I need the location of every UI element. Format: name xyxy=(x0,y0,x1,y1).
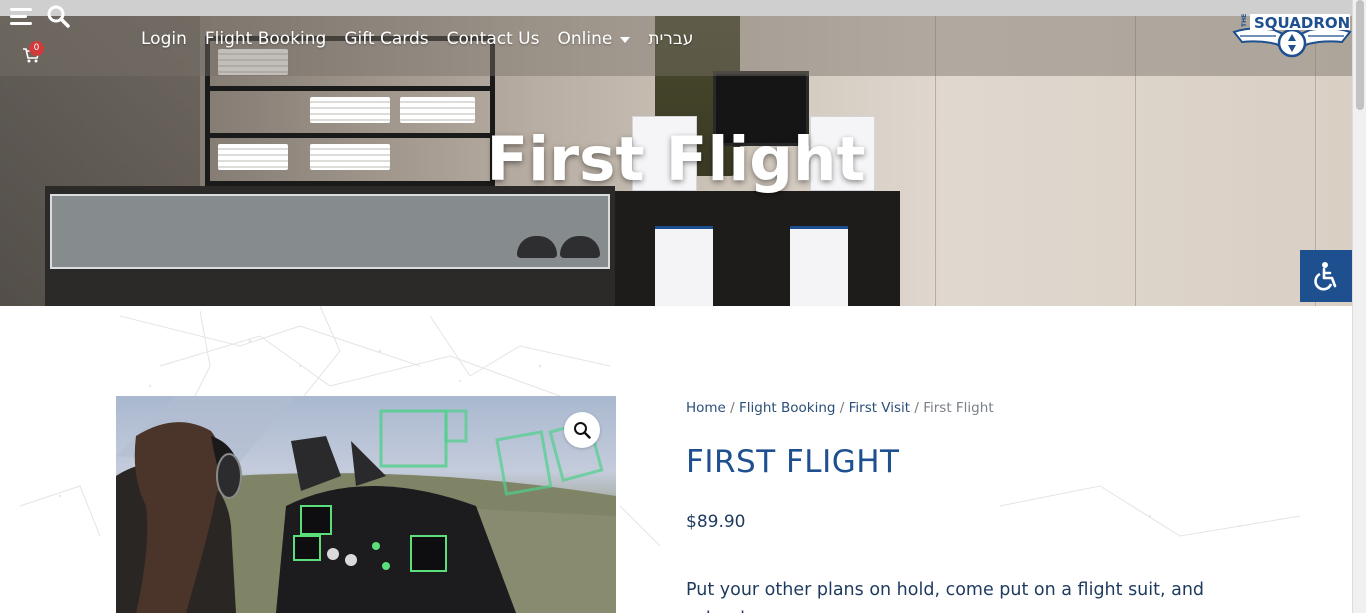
hero-bg-bag xyxy=(790,226,848,306)
product-description: Put your other plans on hold, come put o… xyxy=(686,580,1205,613)
accessibility-button[interactable] xyxy=(1300,250,1352,302)
breadcrumb-separator: / xyxy=(910,400,924,416)
hero-bg-bag xyxy=(655,226,713,306)
nav-link-gift-cards[interactable]: Gift Cards xyxy=(344,29,428,49)
logo-prefix-text: THE xyxy=(1241,14,1248,27)
product-price: $89.90 xyxy=(686,512,746,532)
nav-link-label: Login xyxy=(141,29,187,49)
nav-link-flight-booking[interactable]: Flight Booking xyxy=(205,29,326,49)
nav-link-hebrew[interactable]: עברית xyxy=(648,29,693,49)
search-icon[interactable] xyxy=(46,4,70,28)
nav-link-label: עברית xyxy=(648,29,694,49)
page-scrollbar[interactable] xyxy=(1352,0,1366,613)
nav-link-label: Flight Booking xyxy=(204,29,327,49)
logo-text: SQUADRON xyxy=(1254,14,1350,32)
breadcrumb-separator: / xyxy=(725,400,740,416)
product-image[interactable] xyxy=(116,396,616,613)
nav-link-online[interactable]: Online xyxy=(557,29,631,49)
chevron-down-icon xyxy=(620,37,631,43)
breadcrumb: Home / Flight Booking / First Visit / Fi… xyxy=(686,400,994,416)
nav-link-contact-us[interactable]: Contact Us xyxy=(447,29,540,49)
wheelchair-accessibility-icon xyxy=(1314,262,1337,291)
breadcrumb-separator: / xyxy=(835,400,849,416)
main-nav: Login Flight Booking Gift Cards Contact … xyxy=(141,27,711,51)
product-title: FIRST FLIGHT xyxy=(686,444,900,480)
breadcrumb-flight-booking[interactable]: Flight Booking xyxy=(739,400,835,416)
hero-title: First Flight xyxy=(486,124,866,195)
breadcrumb-current: First Flight xyxy=(923,400,994,416)
hamburger-menu-icon[interactable] xyxy=(10,7,32,25)
breadcrumb-first-visit[interactable]: First Visit xyxy=(849,400,910,416)
scrollbar-thumb[interactable] xyxy=(1356,0,1364,110)
nav-link-login[interactable]: Login xyxy=(141,29,187,49)
nav-link-label: Contact Us xyxy=(446,29,540,49)
product-section: Home / Flight Booking / First Visit / Fi… xyxy=(0,306,1352,613)
magnifier-zoom-icon[interactable] xyxy=(564,412,600,448)
nav-link-label: Online xyxy=(557,29,613,49)
breadcrumb-home[interactable]: Home xyxy=(686,400,726,416)
squadron-logo[interactable]: THE SQUADRON xyxy=(1232,12,1352,60)
cart-count-badge: 0 xyxy=(29,41,44,56)
site-header: 0 Login Flight Booking Gift Cards Contac… xyxy=(0,0,1352,76)
nav-link-label: Gift Cards xyxy=(344,29,429,49)
